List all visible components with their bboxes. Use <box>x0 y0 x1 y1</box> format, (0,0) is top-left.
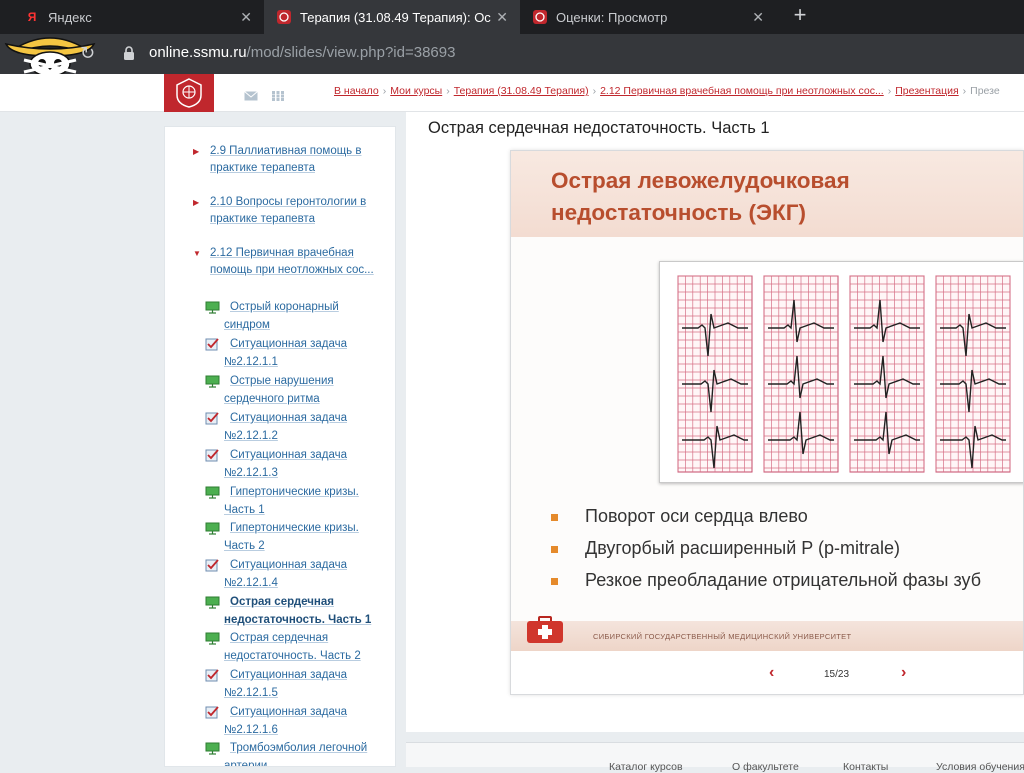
breadcrumb-separator: › <box>446 85 450 97</box>
bullet-square-icon <box>551 514 558 521</box>
slide-title: Острая левожелудочковая недостаточность … <box>551 168 850 225</box>
sidebar-activity-label: Тромбоэмболия легочной артерии <box>224 742 368 767</box>
breadcrumb-my-courses[interactable]: Мои курсы <box>390 85 442 97</box>
sidebar-section-label: 2.10 Вопросы геронтологии в практике тер… <box>210 196 367 225</box>
presentation-icon <box>205 375 220 388</box>
sidebar-activity-label: Ситуационная задача №2.12.1.1 <box>224 338 347 368</box>
reload-icon[interactable]: ↻ <box>80 43 95 64</box>
new-tab-button[interactable]: + <box>788 4 812 28</box>
slide-bullet: Двугорбый расширенный P (p-mitrale) <box>551 538 1023 570</box>
first-aid-kit-icon <box>525 615 565 645</box>
collapsed-arrow-icon: ▶ <box>193 198 200 207</box>
breadcrumb-separator: › <box>382 85 387 97</box>
university-crest-icon <box>532 9 548 25</box>
quiz-icon <box>205 559 220 572</box>
quiz-icon <box>205 338 220 351</box>
breadcrumb-presentation[interactable]: Презентация <box>895 85 958 97</box>
sidebar-activity-label: Острая сердечная недостаточность. Часть … <box>224 632 361 662</box>
tab-title: Яндекс <box>48 9 92 25</box>
bullet-square-icon <box>551 546 558 553</box>
yandex-icon: Я <box>27 10 37 24</box>
sidebar-activity-label: Ситуационная задача №2.12.1.3 <box>224 449 347 479</box>
university-crest-icon <box>276 9 292 25</box>
presentation-icon <box>205 742 220 755</box>
slide-viewer: Острая левожелудочковая недостаточность … <box>510 150 1024 695</box>
sidebar-section-label: 2.9 Паллиативная помощь в практике терап… <box>210 145 362 174</box>
sidebar-activity-label: Ситуационная задача №2.12.1.4 <box>224 559 347 589</box>
sidebar-activity-label: Острая сердечная недостаточность. Часть … <box>224 596 372 626</box>
url-path: /mod/slides/view.php?id=38693 <box>246 44 456 61</box>
slide: Острая левожелудочковая недостаточность … <box>511 151 1023 651</box>
presentation-icon <box>205 486 220 499</box>
url-host: online.ssmu.ru <box>149 44 247 61</box>
site-footer: Каталог курсов О факультете Контакты Усл… <box>406 742 1024 773</box>
ecg-lead-column <box>763 275 839 473</box>
presentation-icon <box>205 522 220 535</box>
university-logo[interactable] <box>164 74 214 112</box>
browser-tab-course[interactable]: Терапия (31.08.49 Терапия): Ос ✕ <box>264 0 520 34</box>
slide-footer-org: СИБИРСКИЙ ГОСУДАРСТВЕННЫЙ МЕДИЦИНСКИЙ УН… <box>593 632 852 641</box>
ecg-lead-column <box>677 275 753 473</box>
course-navigation-sidebar: ▶ 2.9 Паллиативная помощь в практике тер… <box>164 126 396 767</box>
breadcrumb: В начало › Мои курсы › Терапия (31.08.49 Тер… <box>334 85 1024 97</box>
sidebar-activity-label: Ситуационная задача №2.12.1.6 <box>224 706 347 736</box>
breadcrumb-separator: › <box>887 85 892 97</box>
breadcrumb-course[interactable]: Терапия (31.08.49 Терапия) <box>454 85 589 97</box>
ecg-lead-column <box>849 275 925 473</box>
collapsed-arrow-icon: ▶ <box>193 147 200 156</box>
sidebar-activity-label: Ситуационная задача №2.12.1.5 <box>224 669 347 699</box>
footer-link-contacts[interactable]: Контакты <box>843 761 888 773</box>
breadcrumb-separator: › <box>962 85 967 97</box>
tab-title: Терапия (31.08.49 Терапия): Ос <box>300 9 491 25</box>
browser-tab-grades[interactable]: Оценки: Просмотр ✕ <box>520 0 776 34</box>
sidebar-activity-label: Ситуационная задача №2.12.1.2 <box>224 412 347 442</box>
sidebar-section-label: 2.12 Первичная врачебная помощь при неот… <box>210 247 374 276</box>
previous-slide-button[interactable]: ‹ <box>769 664 774 682</box>
sidebar-activity-label: Острые нарушения сердечного ритма <box>224 375 334 405</box>
footer-link-about[interactable]: О факультете <box>732 761 799 773</box>
sidebar-activity-label: Гипертонические кризы. Часть 2 <box>224 522 359 552</box>
ecg-lead-column <box>935 275 1011 473</box>
quiz-icon <box>205 412 220 425</box>
breadcrumb-separator: › <box>592 85 597 97</box>
breadcrumb-home[interactable]: В начало <box>334 85 379 97</box>
tab-title: Оценки: Просмотр <box>556 9 668 25</box>
quiz-icon <box>205 706 220 719</box>
ecg-image <box>659 261 1023 483</box>
slide-bullet-list: Поворот оси сердца влево Двугорбый расши… <box>551 506 1023 602</box>
close-icon[interactable]: ✕ <box>752 9 764 26</box>
lock-icon[interactable] <box>122 45 136 61</box>
messages-icon[interactable] <box>244 88 258 101</box>
quiz-icon <box>205 669 220 682</box>
close-icon[interactable]: ✕ <box>240 9 252 26</box>
presentation-icon <box>205 632 220 645</box>
sidebar-activity-label: Гипертонические кризы. Часть 1 <box>224 486 359 516</box>
sidebar-activity-label: Острый коронарный синдром <box>224 301 339 331</box>
expanded-arrow-icon: ▼ <box>193 249 201 258</box>
next-slide-button[interactable]: › <box>901 664 906 682</box>
bullet-square-icon <box>551 578 558 585</box>
slide-counter: 15/23 <box>824 669 850 680</box>
url-field[interactable]: online.ssmu.ru/mod/slides/view.php?id=38… <box>149 44 455 61</box>
presentation-icon <box>205 596 220 609</box>
page-title: Острая сердечная недостаточность. Часть … <box>428 119 770 137</box>
slide-bullet: Поворот оси сердца влево <box>551 506 1023 538</box>
slide-bullet: Резкое преобладание отрицательной фазы з… <box>551 570 1023 602</box>
close-icon[interactable]: ✕ <box>496 9 508 26</box>
breadcrumb-current: Презе <box>970 85 1000 97</box>
footer-link-terms[interactable]: Условия обучения <box>936 761 1024 773</box>
grid-icon[interactable] <box>272 88 286 101</box>
browser-tab-bar: Я Яндекс ✕ Терапия (31.08.49 Терапия): О… <box>0 0 1024 34</box>
quiz-icon <box>205 449 220 462</box>
browser-tab-yandex[interactable]: Я Яндекс ✕ <box>12 0 264 34</box>
breadcrumb-section[interactable]: 2.12 Первичная врачебная помощь при неот… <box>600 85 884 97</box>
slide-pager: ‹ 15/23 › <box>511 651 1023 694</box>
presentation-icon <box>205 301 220 314</box>
footer-link-catalog[interactable]: Каталог курсов <box>609 761 683 773</box>
